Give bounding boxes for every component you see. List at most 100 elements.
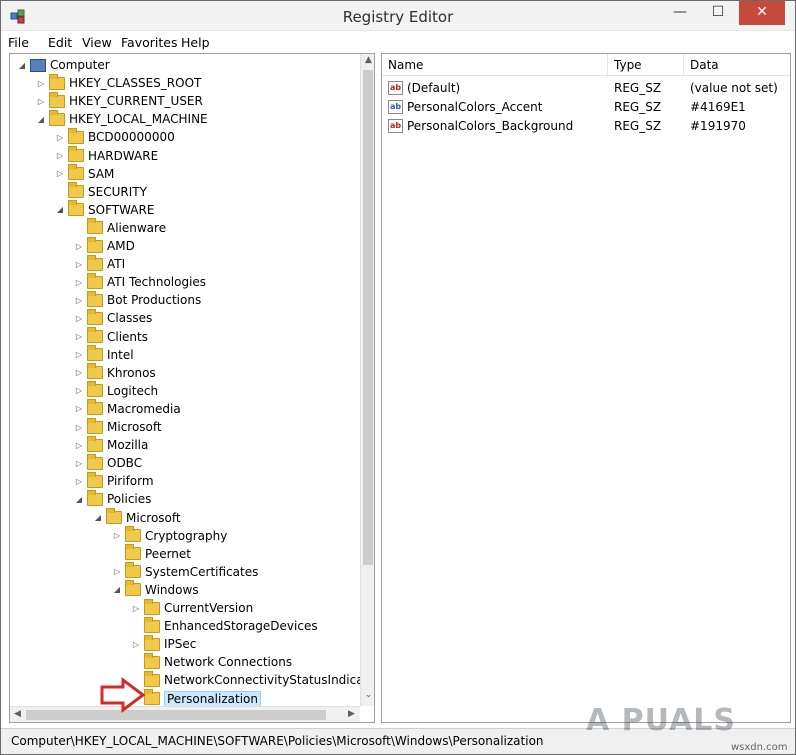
expand-arrow-icon[interactable]: ▷: [74, 404, 84, 413]
tree-node-label[interactable]: Peernet: [145, 547, 191, 561]
tree-node[interactable]: ▷ Macromedia: [74, 399, 181, 418]
tree-node-label[interactable]: Macromedia: [107, 402, 181, 416]
expand-arrow-icon[interactable]: ▷: [74, 332, 84, 341]
tree-node[interactable]: ◢ Policies: [74, 489, 151, 508]
tree-node[interactable]: ▷ Cryptography: [112, 526, 227, 545]
value-row[interactable]: ab (Default) REG_SZ (value not set): [382, 79, 790, 98]
expand-arrow-icon[interactable]: ▷: [36, 97, 46, 106]
tree-node-label[interactable]: SOFTWARE: [88, 203, 154, 217]
tree-node[interactable]: ◢ Microsoft: [93, 508, 181, 527]
expand-arrow-icon[interactable]: ▷: [74, 242, 84, 251]
tree-node[interactable]: ▷ ATI Technologies: [74, 272, 206, 291]
close-button[interactable]: ✕: [739, 1, 785, 25]
tree-node[interactable]: Alienware: [74, 218, 166, 237]
tree-node[interactable]: ▷ Clients: [74, 327, 148, 346]
expand-arrow-icon[interactable]: ▷: [74, 350, 84, 359]
collapse-arrow-icon[interactable]: ◢: [112, 585, 122, 594]
tree-node-label[interactable]: HKEY_CURRENT_USER: [69, 94, 203, 108]
tree-node[interactable]: ▷ Logitech: [74, 381, 158, 400]
expand-arrow-icon[interactable]: ▷: [74, 459, 84, 468]
tree-node-label[interactable]: Windows: [145, 583, 199, 597]
values-pane[interactable]: Name Type Data ab (Default) REG_SZ (valu…: [381, 53, 791, 723]
tree-node-label[interactable]: IPSec: [164, 637, 196, 651]
tree-node-label[interactable]: Computer: [50, 58, 110, 72]
tree-node[interactable]: ▷ Piriform: [74, 471, 154, 490]
tree-node-label[interactable]: Classes: [107, 311, 152, 325]
expand-arrow-icon[interactable]: ▷: [74, 477, 84, 486]
scroll-up-arrow-icon[interactable]: ▲: [361, 55, 374, 65]
tree-node-label[interactable]: Network Connections: [164, 655, 292, 669]
tree-node[interactable]: ▷ Classes: [74, 308, 152, 327]
expand-arrow-icon[interactable]: ▷: [74, 423, 84, 432]
tree-node-label[interactable]: Khronos: [107, 366, 156, 380]
tree-node-label[interactable]: HKEY_CLASSES_ROOT: [69, 76, 201, 90]
column-header-data[interactable]: Data: [684, 54, 790, 76]
minimize-button[interactable]: —: [663, 1, 697, 25]
tree-node[interactable]: ◢ Computer: [17, 56, 110, 74]
expand-arrow-icon[interactable]: ▷: [74, 441, 84, 450]
tree-node[interactable]: SECURITY: [55, 182, 147, 201]
tree-horizontal-scrollbar[interactable]: ◀ ▶: [10, 706, 360, 722]
tree-node[interactable]: ▷ Intel: [74, 345, 134, 364]
tree-vertical-scroll-thumb[interactable]: [363, 70, 373, 565]
tree-node-label[interactable]: Bot Productions: [107, 293, 201, 307]
tree-node[interactable]: ◢ HKEY_LOCAL_MACHINE: [36, 109, 208, 128]
tree-node[interactable]: ▷ CurrentVersion: [131, 598, 253, 617]
tree-node[interactable]: ▷ ATI: [74, 254, 125, 273]
tree-node[interactable]: ▷ Mozilla: [74, 435, 148, 454]
menu-file[interactable]: File: [8, 35, 29, 50]
tree-node-label[interactable]: Microsoft: [126, 511, 181, 525]
collapse-arrow-icon[interactable]: ◢: [74, 495, 84, 504]
expand-arrow-icon[interactable]: ▷: [74, 296, 84, 305]
tree-node-label[interactable]: SECURITY: [88, 185, 147, 199]
tree-node-label[interactable]: HARDWARE: [88, 149, 158, 163]
tree-node[interactable]: EnhancedStorageDevices: [131, 616, 318, 635]
tree-node[interactable]: Peernet: [112, 544, 191, 563]
tree-pane[interactable]: ◢ Computer ▷ HKEY_CLASSES_ROOT ▷ HKEY_CURRENT…: [9, 53, 375, 723]
menu-view[interactable]: View: [82, 35, 112, 50]
collapse-arrow-icon[interactable]: ◢: [93, 513, 103, 522]
column-header-name[interactable]: Name: [382, 54, 608, 76]
tree-node[interactable]: ▷ Khronos: [74, 363, 156, 382]
tree-node[interactable]: ◢ Windows: [112, 580, 199, 599]
expand-arrow-icon[interactable]: ▷: [55, 169, 65, 178]
tree-node[interactable]: ▷ HKEY_CLASSES_ROOT: [36, 73, 201, 92]
tree-node-label[interactable]: CurrentVersion: [164, 601, 253, 615]
tree-node-label[interactable]: Microsoft: [107, 420, 162, 434]
scroll-left-arrow-icon[interactable]: ◀: [10, 709, 25, 719]
tree-node[interactable]: ▷ BCD00000000: [55, 127, 175, 146]
collapse-arrow-icon[interactable]: ◢: [55, 205, 65, 214]
tree-node-label[interactable]: Mozilla: [107, 438, 148, 452]
collapse-arrow-icon[interactable]: ◢: [36, 115, 46, 124]
tree-node-label[interactable]: NetworkConnectivityStatusIndicator: [164, 673, 374, 687]
expand-arrow-icon[interactable]: ▷: [112, 567, 122, 576]
tree-node-label[interactable]: AMD: [107, 239, 135, 253]
tree-node[interactable]: ▷ Microsoft: [74, 417, 162, 436]
tree-node-label[interactable]: SystemCertificates: [145, 565, 258, 579]
tree-node-label[interactable]: SAM: [88, 167, 114, 181]
tree-node[interactable]: ▷ IPSec: [131, 634, 196, 653]
expand-arrow-icon[interactable]: ▷: [131, 604, 141, 613]
expand-arrow-icon[interactable]: ▷: [55, 151, 65, 160]
tree-node-label[interactable]: EnhancedStorageDevices: [164, 619, 318, 633]
tree-node-label[interactable]: Personalization: [164, 690, 261, 707]
scroll-down-arrow-icon[interactable]: ⌄: [361, 690, 374, 700]
expand-arrow-icon[interactable]: ▷: [74, 314, 84, 323]
tree-node[interactable]: ▷ Bot Productions: [74, 290, 201, 309]
expand-arrow-icon[interactable]: ▷: [55, 133, 65, 142]
tree-node-label[interactable]: Policies: [107, 492, 151, 506]
tree-node[interactable]: ▷ HKEY_CURRENT_USER: [36, 91, 203, 110]
title-bar[interactable]: Registry Editor — ☐ ✕: [1, 1, 795, 31]
collapse-arrow-icon[interactable]: ◢: [17, 61, 27, 70]
tree-vertical-scrollbar[interactable]: ▲ ⌄: [360, 54, 374, 706]
tree-node[interactable]: Network Connections: [131, 652, 292, 671]
tree-node[interactable]: ▷ SAM: [55, 164, 114, 183]
expand-arrow-icon[interactable]: ▷: [131, 640, 141, 649]
expand-arrow-icon[interactable]: ▷: [74, 260, 84, 269]
column-header-type[interactable]: Type: [608, 54, 684, 76]
tree-node[interactable]: ▷ ODBC: [74, 453, 142, 472]
menu-help[interactable]: Help: [181, 35, 210, 50]
tree-node-label[interactable]: HKEY_LOCAL_MACHINE: [69, 112, 208, 126]
tree-node[interactable]: ◢ SOFTWARE: [55, 200, 154, 219]
tree-horizontal-scroll-thumb[interactable]: [26, 710, 326, 720]
